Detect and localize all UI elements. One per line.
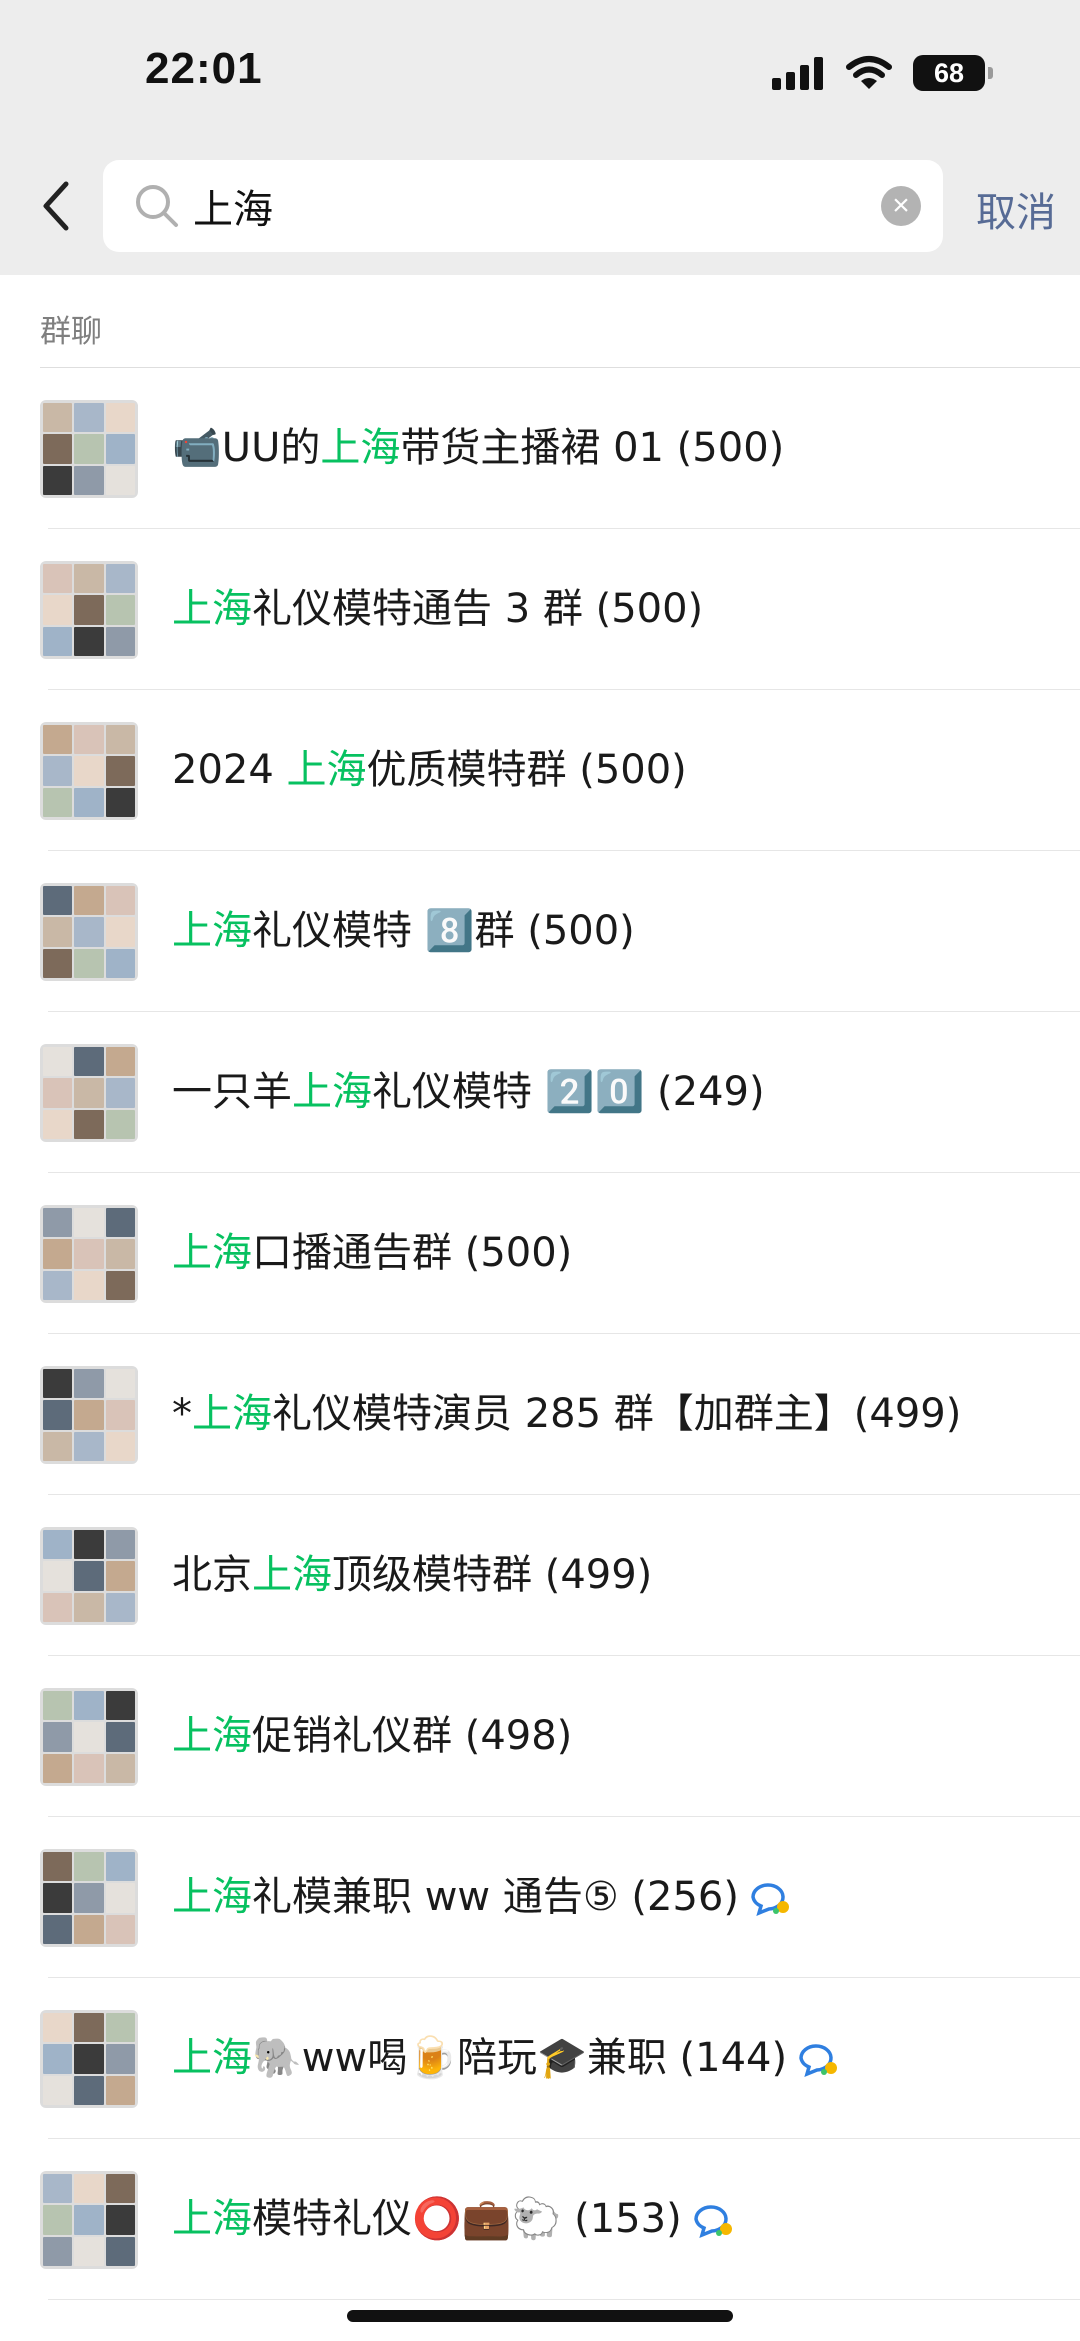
group-name: 上海礼仪模特 8️⃣群 (500) bbox=[172, 851, 635, 1012]
group-chat-row[interactable]: 上海🐘ww喝🍺陪玩🎓兼职 (144) bbox=[0, 1978, 1080, 2139]
group-name-suffix: 模特礼仪⭕💼🐑 (153) bbox=[252, 2196, 682, 2242]
status-time: 22:01 bbox=[145, 44, 263, 93]
group-name-prefix: * bbox=[172, 1391, 192, 1437]
group-avatar bbox=[40, 1688, 138, 1786]
group-name-prefix: 📹UU的 bbox=[172, 425, 321, 471]
group-avatar bbox=[40, 1849, 138, 1947]
group-name-suffix: 🐘ww喝🍺陪玩🎓兼职 (144) bbox=[252, 2035, 788, 2081]
group-name-prefix: 一只羊 bbox=[172, 1069, 292, 1115]
back-arrow-icon[interactable] bbox=[38, 178, 78, 234]
wifi-icon bbox=[846, 56, 892, 89]
group-avatar bbox=[40, 1527, 138, 1625]
row-divider bbox=[48, 2299, 1080, 2300]
group-name-suffix: 优质模特群 (500) bbox=[366, 747, 687, 793]
status-icons: 68 bbox=[772, 52, 993, 94]
group-chat-bubble-icon bbox=[799, 2044, 838, 2077]
search-match-highlight: 上海 bbox=[172, 586, 252, 632]
section-title-group-chats: 群聊 bbox=[40, 314, 102, 350]
cancel-button[interactable]: 取消 bbox=[976, 180, 1056, 238]
search-match-highlight: 上海 bbox=[172, 908, 252, 954]
group-name: 上海🐘ww喝🍺陪玩🎓兼职 (144) bbox=[172, 1978, 841, 2139]
group-name: 📹UU的上海带货主播裙 01 (500) bbox=[172, 368, 784, 529]
group-avatar bbox=[40, 883, 138, 981]
group-chat-row[interactable]: 上海礼仪模特通告 3 群 (500) bbox=[0, 529, 1080, 690]
group-name-suffix: 顶级模特群 (499) bbox=[332, 1552, 653, 1598]
battery-icon: 68 bbox=[913, 55, 993, 91]
group-chat-row[interactable]: 📹UU的上海带货主播裙 01 (500) bbox=[0, 368, 1080, 529]
group-name: 上海礼模兼职 ww 通告⑤ (256) bbox=[172, 1817, 793, 1978]
group-avatar bbox=[40, 2010, 138, 2108]
group-name: 上海口播通告群 (500) bbox=[172, 1173, 572, 1334]
search-icon bbox=[136, 185, 178, 227]
search-match-highlight: 上海 bbox=[172, 1230, 252, 1276]
group-name-suffix: 礼仪模特演员 285 群【加群主】(499) bbox=[272, 1391, 962, 1437]
group-name: *上海礼仪模特演员 285 群【加群主】(499) bbox=[172, 1334, 961, 1495]
group-name-suffix: 礼模兼职 ww 通告⑤ (256) bbox=[252, 1874, 739, 1920]
search-match-highlight: 上海 bbox=[286, 747, 367, 793]
group-name-suffix: 礼仪模特 2️⃣0️⃣ (249) bbox=[372, 1069, 765, 1115]
group-chat-row[interactable]: 一只羊上海礼仪模特 2️⃣0️⃣ (249) bbox=[0, 1012, 1080, 1173]
group-avatar bbox=[40, 1366, 138, 1464]
search-match-highlight: 上海 bbox=[172, 1713, 252, 1759]
group-chat-row[interactable]: *上海礼仪模特演员 285 群【加群主】(499) bbox=[0, 1334, 1080, 1495]
group-name: 北京上海顶级模特群 (499) bbox=[172, 1495, 652, 1656]
group-avatar bbox=[40, 1205, 138, 1303]
group-chat-row[interactable]: 上海模特礼仪⭕💼🐑 (153) bbox=[0, 2139, 1080, 2300]
group-name: 上海礼仪模特通告 3 群 (500) bbox=[172, 529, 703, 690]
group-name: 上海促销礼仪群 (498) bbox=[172, 1656, 572, 1817]
group-chat-row[interactable]: 上海礼仪模特 8️⃣群 (500) bbox=[0, 851, 1080, 1012]
search-match-highlight: 上海 bbox=[252, 1552, 332, 1598]
search-input[interactable] bbox=[193, 160, 833, 252]
group-avatar bbox=[40, 561, 138, 659]
group-chat-row[interactable]: 上海促销礼仪群 (498) bbox=[0, 1656, 1080, 1817]
search-match-highlight: 上海 bbox=[192, 1391, 272, 1437]
search-match-highlight: 上海 bbox=[172, 2035, 252, 2081]
clear-search-icon[interactable]: × bbox=[881, 186, 921, 226]
group-name-suffix: 礼仪模特 8️⃣群 (500) bbox=[252, 908, 635, 954]
group-avatar bbox=[40, 400, 138, 498]
search-match-highlight: 上海 bbox=[292, 1069, 372, 1115]
top-bar: 22:01 68 × 取消 bbox=[0, 0, 1080, 275]
search-bar[interactable]: × bbox=[103, 160, 943, 252]
group-chat-row[interactable]: 上海口播通告群 (500) bbox=[0, 1173, 1080, 1334]
group-name: 上海模特礼仪⭕💼🐑 (153) bbox=[172, 2139, 736, 2300]
group-chat-list: 📹UU的上海带货主播裙 01 (500) 上海礼仪模特通告 3 群 (500) 20… bbox=[0, 368, 1080, 2300]
group-chat-bubble-icon bbox=[693, 2205, 732, 2238]
group-chat-row[interactable]: 2024 上海优质模特群 (500) bbox=[0, 690, 1080, 851]
group-name-prefix: 2024 bbox=[172, 747, 287, 793]
group-name-prefix: 北京 bbox=[172, 1552, 252, 1598]
group-chat-row[interactable]: 北京上海顶级模特群 (499) bbox=[0, 1495, 1080, 1656]
group-chat-row[interactable]: 上海礼模兼职 ww 通告⑤ (256) bbox=[0, 1817, 1080, 1978]
group-avatar bbox=[40, 2171, 138, 2269]
home-indicator[interactable] bbox=[347, 2310, 733, 2322]
group-avatar bbox=[40, 1044, 138, 1142]
cellular-signal-icon bbox=[772, 56, 823, 90]
search-match-highlight: 上海 bbox=[320, 425, 401, 471]
group-name-suffix: 礼仪模特通告 3 群 (500) bbox=[252, 586, 704, 632]
group-name: 一只羊上海礼仪模特 2️⃣0️⃣ (249) bbox=[172, 1012, 765, 1173]
group-name-suffix: 口播通告群 (500) bbox=[252, 1230, 573, 1276]
search-match-highlight: 上海 bbox=[172, 2196, 252, 2242]
group-chat-bubble-icon bbox=[751, 1883, 789, 1916]
group-name-suffix: 带货主播裙 01 (500) bbox=[400, 425, 785, 471]
group-name: 2024 上海优质模特群 (500) bbox=[172, 690, 687, 851]
group-name-suffix: 促销礼仪群 (498) bbox=[252, 1713, 573, 1759]
search-match-highlight: 上海 bbox=[172, 1874, 252, 1920]
group-avatar bbox=[40, 722, 138, 820]
